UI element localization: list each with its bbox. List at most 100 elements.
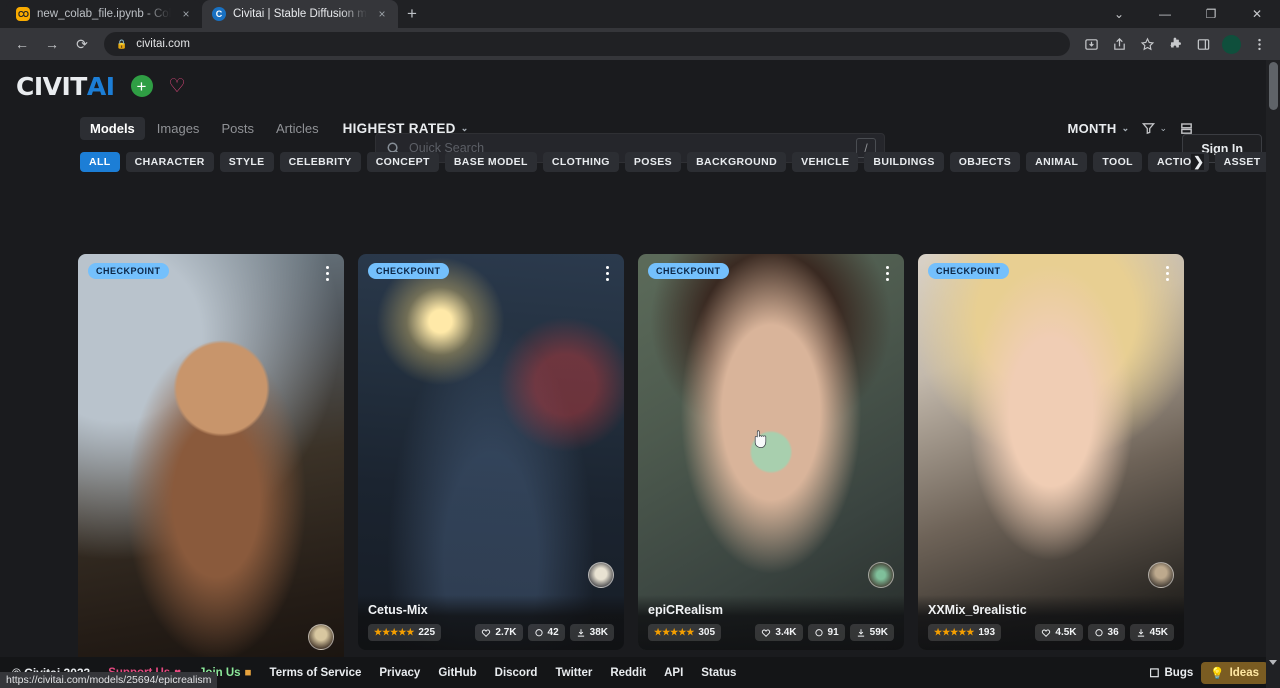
chevron-right-icon[interactable]: ❯ — [1191, 154, 1204, 170]
chip-character[interactable]: CHARACTER — [126, 152, 214, 172]
chrome-menu-icon[interactable] — [1246, 31, 1272, 57]
side-panel-icon[interactable] — [1190, 31, 1216, 57]
status-badge: CHECKPOINT — [648, 263, 729, 279]
rating-badge: ★★★★★ 193 — [928, 624, 1001, 641]
profile-avatar-icon[interactable] — [1218, 31, 1244, 57]
engagement-stats: 2.7K 42 38K — [475, 624, 614, 641]
install-icon[interactable] — [1078, 31, 1104, 57]
close-icon[interactable]: × — [374, 6, 390, 22]
scroll-down-arrow-icon[interactable] — [1269, 660, 1277, 668]
chip-background[interactable]: BACKGROUND — [687, 152, 786, 172]
creator-avatar[interactable] — [308, 624, 334, 650]
tab-search-icon[interactable]: ⌄ — [1096, 0, 1142, 28]
more-options-icon[interactable] — [320, 264, 334, 282]
model-card-epicrealism[interactable]: CHECKPOINT epiCRealism ★★★★★ 305 3.4K — [638, 254, 904, 650]
view-controls: MONTH ⌄ ⌄ — [1067, 112, 1194, 144]
footer-link-privacy[interactable]: Privacy — [379, 667, 420, 679]
footer-link-discord[interactable]: Discord — [495, 667, 538, 679]
ideas-button[interactable]: 💡 Ideas — [1201, 662, 1268, 684]
share-icon[interactable] — [1106, 31, 1132, 57]
model-card-dreamshaper[interactable]: CHECKPOINT DreamShaper — [78, 254, 344, 688]
chip-poses[interactable]: POSES — [625, 152, 681, 172]
vertical-scrollbar[interactable] — [1266, 60, 1280, 688]
more-options-icon[interactable] — [600, 264, 614, 282]
sub-navigation: Models Images Posts Articles HIGHEST RAT… — [0, 112, 1280, 144]
model-preview-image — [358, 254, 624, 650]
layout-toggle-icon — [1179, 121, 1194, 136]
browser-tab-civitai[interactable]: C Civitai | Stable Diffusion models, × — [202, 0, 398, 28]
downloads-count: 38K — [590, 627, 608, 638]
forward-icon[interactable]: → — [38, 30, 66, 58]
footer-link-status[interactable]: Status — [701, 667, 736, 679]
scrollbar-thumb[interactable] — [1269, 62, 1278, 110]
mouse-cursor — [751, 428, 771, 456]
status-badge: CHECKPOINT — [368, 263, 449, 279]
chip-base-model[interactable]: BASE MODEL — [445, 152, 537, 172]
add-button[interactable]: + — [131, 75, 153, 97]
chip-all[interactable]: ALL — [80, 152, 120, 172]
footer-link-api[interactable]: API — [664, 667, 683, 679]
colab-icon: CO — [16, 7, 30, 21]
sort-selector[interactable]: HIGHEST RATED ⌄ — [343, 121, 469, 136]
creator-avatar[interactable] — [1148, 562, 1174, 588]
chip-asset[interactable]: ASSET — [1215, 152, 1270, 172]
chip-vehicle[interactable]: VEHICLE — [792, 152, 858, 172]
bugs-button[interactable]: ☐ Bugs — [1149, 666, 1193, 680]
heart-icon[interactable]: ♡ — [169, 77, 186, 96]
model-stats: ★★★★★ 225 2.7K 42 — [368, 624, 614, 641]
minimize-icon[interactable]: — — [1142, 0, 1188, 28]
reload-icon[interactable]: ⟳ — [68, 30, 96, 58]
address-bar[interactable]: 🔒 civitai.com — [104, 32, 1070, 56]
creator-avatar[interactable] — [868, 562, 894, 588]
ideas-label: Ideas — [1230, 667, 1259, 679]
download-icon — [1136, 628, 1146, 638]
maximize-icon[interactable]: ❐ — [1188, 0, 1234, 28]
chevron-down-icon: ⌄ — [1159, 123, 1167, 134]
footer-link-reddit[interactable]: Reddit — [610, 667, 646, 679]
rating-count: 305 — [698, 627, 715, 638]
tab-images[interactable]: Images — [147, 117, 210, 140]
browser-toolbar: ← → ⟳ 🔒 civitai.com — [0, 28, 1280, 60]
window-controls: ⌄ — ❐ ✕ — [1096, 0, 1280, 28]
bookmark-star-icon[interactable] — [1134, 31, 1160, 57]
browser-status-bar: https://civitai.com/models/25694/epicrea… — [0, 672, 217, 688]
comment-icon — [814, 628, 824, 638]
chip-clothing[interactable]: CLOTHING — [543, 152, 619, 172]
layout-toggle-button[interactable] — [1179, 121, 1194, 136]
chip-style[interactable]: STYLE — [220, 152, 274, 172]
more-options-icon[interactable] — [880, 264, 894, 282]
tab-articles[interactable]: Articles — [266, 117, 329, 140]
filter-button[interactable]: ⌄ — [1141, 121, 1167, 136]
tab-models[interactable]: Models — [80, 117, 145, 140]
footer-link-github[interactable]: GitHub — [438, 667, 476, 679]
model-title: XXMix_9realistic — [928, 603, 1174, 617]
model-card-cetus-mix[interactable]: CHECKPOINT Cetus-Mix ★★★★★ 225 2.7K — [358, 254, 624, 650]
browser-tab-colab[interactable]: CO new_colab_file.ipynb - Colaborat × — [6, 0, 202, 28]
close-icon[interactable]: × — [178, 6, 194, 22]
footer-link-terms-of-service[interactable]: Terms of Service — [270, 667, 362, 679]
model-title: epiCRealism — [648, 603, 894, 617]
footer-link-twitter[interactable]: Twitter — [555, 667, 592, 679]
creator-avatar[interactable] — [588, 562, 614, 588]
period-selector[interactable]: MONTH ⌄ — [1067, 121, 1129, 136]
lock-icon: 🔒 — [116, 39, 127, 50]
chip-animal[interactable]: ANIMAL — [1026, 152, 1087, 172]
chip-objects[interactable]: OBJECTS — [950, 152, 1020, 172]
more-options-icon[interactable] — [1160, 264, 1174, 282]
chip-concept[interactable]: CONCEPT — [367, 152, 439, 172]
model-card-xxmix-9realistic[interactable]: CHECKPOINT XXMix_9realistic ★★★★★ 193 4.… — [918, 254, 1184, 650]
extensions-puzzle-icon[interactable] — [1162, 31, 1188, 57]
civitai-logo[interactable]: CIVITAI — [16, 72, 115, 101]
chip-celebrity[interactable]: CELEBRITY — [280, 152, 361, 172]
chip-buildings[interactable]: BUILDINGS — [864, 152, 943, 172]
star-icon: ★★★★★ — [934, 627, 974, 638]
logo-text-blue: AI — [87, 72, 115, 101]
new-tab-button[interactable]: + — [398, 1, 426, 27]
star-icon: ★★★★★ — [654, 627, 694, 638]
close-window-icon[interactable]: ✕ — [1234, 0, 1280, 28]
model-stats: ★★★★★ 193 4.5K 36 — [928, 624, 1174, 641]
chip-tool[interactable]: TOOL — [1093, 152, 1142, 172]
tab-posts[interactable]: Posts — [211, 117, 264, 140]
heart-icon — [761, 628, 771, 638]
back-icon[interactable]: ← — [8, 30, 36, 58]
